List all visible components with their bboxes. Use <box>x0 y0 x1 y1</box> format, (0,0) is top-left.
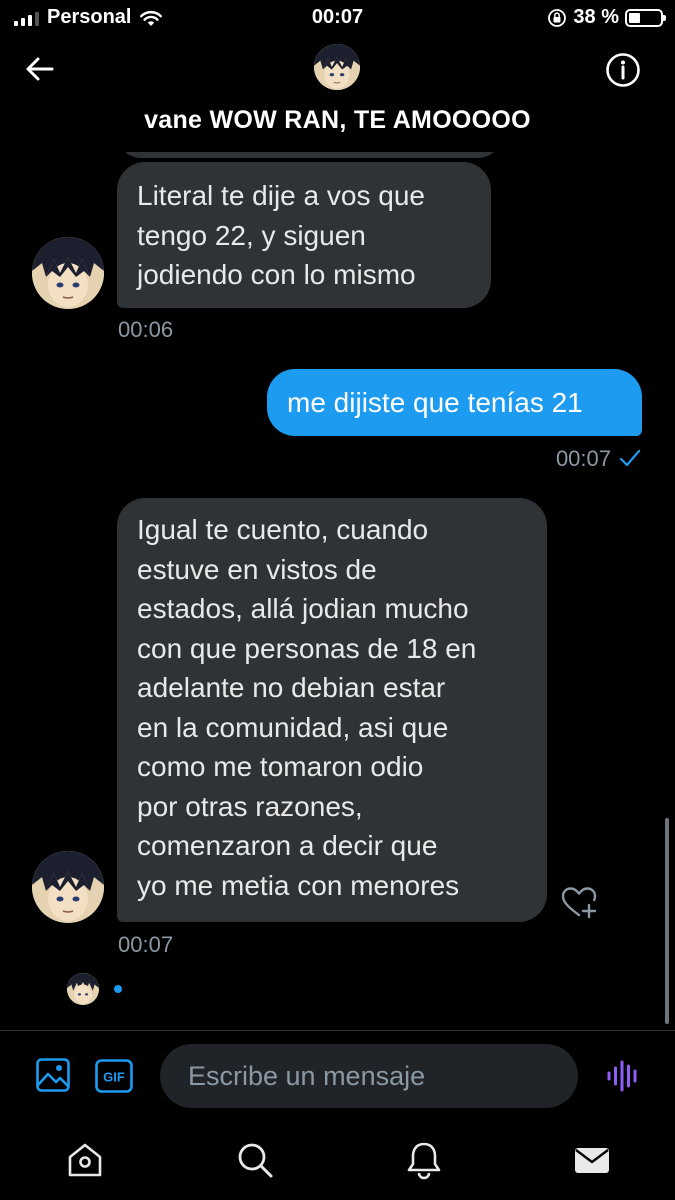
message-line: estuve en vistos de <box>137 553 377 585</box>
tab-search[interactable] <box>235 1140 275 1180</box>
message-composer: GIF <box>0 1030 675 1122</box>
avatar-image <box>32 237 104 309</box>
heart-plus-icon[interactable] <box>560 885 598 921</box>
message-line: adelante no debian estar <box>137 672 446 703</box>
tab-home[interactable] <box>65 1140 105 1180</box>
message-line: comenzaron a decir que <box>137 830 438 861</box>
message-input[interactable] <box>160 1044 578 1108</box>
header-avatar[interactable] <box>314 44 360 90</box>
voice-waveform-icon[interactable] <box>606 1059 640 1093</box>
message-bubble-incoming[interactable]: Literal te dije a vos que tengo 22, y si… <box>117 162 491 308</box>
gif-label: GIF <box>103 1070 125 1085</box>
info-icon[interactable] <box>605 52 641 88</box>
sender-avatar[interactable] <box>32 851 104 923</box>
conversation-header: vane WOW RAN, TE AMOOOOO <box>0 34 675 152</box>
gif-button[interactable]: GIF <box>95 1059 133 1093</box>
home-icon <box>68 1143 102 1177</box>
message-line: Igual te cuento, cuando <box>137 514 429 545</box>
sender-avatar[interactable] <box>32 237 104 309</box>
message-line: como me tomaron odio <box>137 751 424 782</box>
sent-check-icon <box>619 449 641 467</box>
message-line: me dijiste que tenías 21 <box>287 387 583 418</box>
avatar-image <box>67 973 99 1005</box>
battery-percent: 38 % <box>573 6 619 28</box>
scrollbar[interactable] <box>665 818 669 1024</box>
bell-icon <box>407 1142 441 1180</box>
seen-avatar <box>67 973 99 1005</box>
tab-notifications[interactable] <box>404 1140 444 1180</box>
conversation-title: vane WOW RAN, TE AMOOOOO <box>144 106 531 134</box>
message-line: en la comunidad, asi que <box>137 711 449 743</box>
message-line: Literal te dije a vos que <box>137 180 425 211</box>
message-line: por otras razones, <box>137 790 363 822</box>
battery-fill <box>629 12 641 23</box>
message-timestamp: 00:07 <box>118 932 174 957</box>
message-bubble-incoming[interactable]: Igual te cuento, cuando estuve en vistos… <box>117 498 547 922</box>
message-line: jodiendo con lo mismo <box>137 259 416 290</box>
message-timestamp: 00:07 <box>555 446 611 471</box>
message-line: tengo 22, y siguen <box>137 219 366 251</box>
image-icon[interactable] <box>35 1057 71 1093</box>
avatar-image <box>314 44 360 90</box>
message-timestamp: 00:06 <box>118 317 174 342</box>
status-right: 38 % <box>547 6 666 29</box>
status-bar: Personal 00:07 38 % <box>0 0 675 34</box>
bottom-tab-bar <box>0 1122 675 1200</box>
gif-icon: GIF <box>95 1059 133 1093</box>
rotation-lock-icon <box>548 8 567 27</box>
envelope-icon <box>575 1148 609 1173</box>
message-line: yo me metia con menores <box>137 869 460 901</box>
message-bubble-outgoing[interactable]: me dijiste que tenías 21 <box>267 369 642 436</box>
back-arrow-icon[interactable] <box>22 52 56 86</box>
message-line: estados, allá jodian mucho <box>137 593 469 624</box>
battery-icon <box>625 8 666 27</box>
search-icon <box>238 1143 273 1178</box>
tab-messages[interactable] <box>572 1140 612 1180</box>
seen-indicator-dot <box>114 985 122 993</box>
avatar-image <box>32 851 104 923</box>
message-line: con que personas de 18 en <box>137 632 477 664</box>
